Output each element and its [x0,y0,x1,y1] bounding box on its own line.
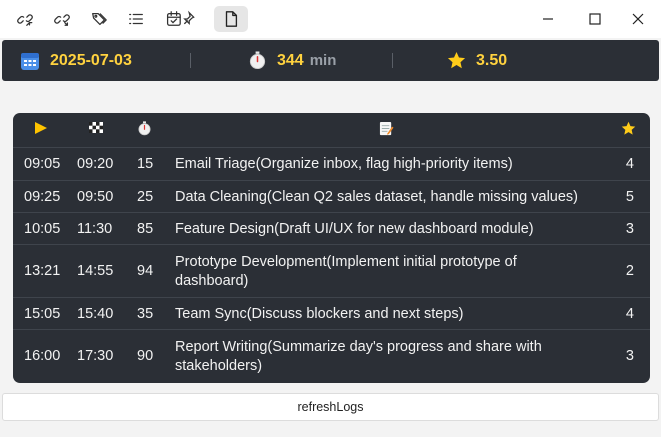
task-description: Report Writing(Summarize day's progress … [175,339,542,374]
stopwatch-icon [249,51,266,70]
rating: 2 [625,263,634,279]
calendar-pin-icon[interactable] [160,6,204,32]
end-time: 09:20 [77,156,114,172]
file-icon[interactable] [214,6,248,32]
start-time: 09:25 [24,189,61,205]
star-icon [447,51,466,69]
link-out-icon[interactable] [47,6,77,32]
finish-flag-icon [88,121,104,139]
task-description: Prototype Development(Implement initial … [175,254,517,289]
rating-star-icon [621,121,636,140]
table-row[interactable]: 10:05 11:30 85 Feature Design(Draft UI/U… [13,213,650,245]
average-rating: 3.50 [476,51,508,69]
total-duration: 344 [277,51,304,69]
table-row[interactable]: 16:00 17:30 90 Report Writing(Summarize … [13,330,650,383]
duration: 85 [137,221,154,237]
start-time: 15:05 [24,306,61,322]
table-row[interactable]: 09:05 09:20 15 Email Triage(Organize inb… [13,148,650,181]
log-table: 09:05 09:20 15 Email Triage(Organize inb… [13,113,650,383]
list-icon[interactable] [121,6,151,32]
task-description: Data Cleaning(Clean Q2 sales dataset, ha… [175,189,578,205]
calendar-icon [21,52,39,70]
duration: 25 [137,189,154,205]
rating: 4 [625,156,634,172]
rating-stat: 3.50 [447,40,507,81]
close-icon[interactable] [618,6,658,32]
rating: 3 [625,348,634,364]
date-stat: 2025-07-03 [20,40,132,81]
duration-icon [137,121,152,140]
duration: 35 [137,306,154,322]
end-time: 14:55 [77,263,114,279]
end-time: 15:40 [77,306,114,322]
table-row[interactable]: 13:21 14:55 94 Prototype Development(Imp… [13,245,650,298]
memo-icon [379,121,394,140]
rating: 3 [625,221,634,237]
task-description: Feature Design(Draft UI/UX for new dashb… [175,221,534,237]
start-icon [34,121,48,139]
rating: 5 [625,189,634,205]
start-time: 10:05 [24,221,61,237]
duration-stat: 344 min [248,40,336,81]
divider [190,53,191,68]
title-bar [0,0,661,38]
tags-icon[interactable] [84,6,114,32]
duration: 90 [137,348,154,364]
link-in-icon[interactable] [10,6,40,32]
table-header [13,113,650,148]
maximize-icon[interactable] [575,6,615,32]
duration: 94 [137,263,154,279]
start-time: 16:00 [24,348,61,364]
stats-bar: 2025-07-03 344 min 3.50 [2,40,659,81]
duration: 15 [137,156,154,172]
rating: 4 [625,306,634,322]
table-row[interactable]: 09:25 09:50 25 Data Cleaning(Clean Q2 sa… [13,181,650,213]
start-time: 09:05 [24,156,61,172]
start-time: 13:21 [24,263,61,279]
refresh-logs-button[interactable]: refreshLogs [2,393,659,421]
duration-unit: min [309,52,337,69]
end-time: 11:30 [77,221,113,237]
divider [392,53,393,68]
task-description: Team Sync(Discuss blockers and next step… [175,306,464,322]
table-row[interactable]: 15:05 15:40 35 Team Sync(Discuss blocker… [13,298,650,330]
end-time: 09:50 [77,189,114,205]
minimize-icon[interactable] [528,6,568,32]
task-description: Email Triage(Organize inbox, flag high-p… [175,156,513,172]
current-date: 2025-07-03 [50,51,132,69]
end-time: 17:30 [77,348,114,364]
